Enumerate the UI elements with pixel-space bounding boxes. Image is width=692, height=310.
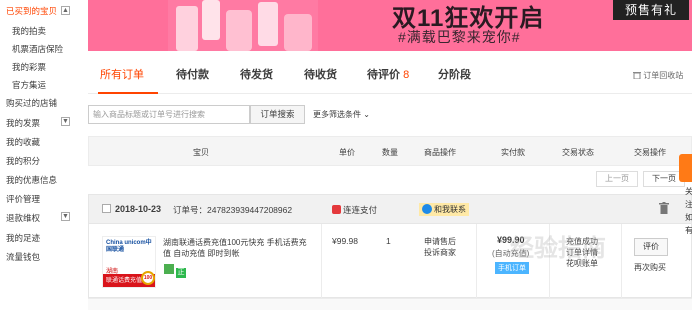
order-checkbox[interactable] <box>102 204 111 213</box>
sidebar-item-auction[interactable]: 我的拍卖 <box>12 25 46 37</box>
expand-icon[interactable]: ▼ <box>61 117 70 126</box>
side-float-char: 注 <box>685 200 692 209</box>
collapse-icon[interactable]: ▲ <box>61 6 70 15</box>
recycle-bin-link[interactable]: 订单回收站 <box>633 70 683 81</box>
delete-order-icon[interactable] <box>659 202 669 214</box>
genuine-badge: 正 <box>176 268 186 278</box>
divider <box>321 224 322 298</box>
order-search-input[interactable]: 输入商品标题或订单号进行搜索 <box>88 105 250 124</box>
presale-badge[interactable]: 预售有礼 <box>613 0 689 20</box>
order-detail-link[interactable]: 订单详情 <box>566 247 598 258</box>
product-title-link[interactable]: 湖南联通话费充值100元快充 手机话费充值 自动充值 即时到帐 <box>163 237 313 259</box>
quantity: 1 <box>386 236 391 246</box>
sidebar: 已买到的宝贝 ▲ 我的拍卖 机票酒店保险 我的彩票 官方集运 购买过的店铺 我的… <box>0 0 84 310</box>
more-filters-label: 更多筛选条件 <box>313 110 361 119</box>
tab-pending-payment[interactable]: 待付款 <box>176 66 209 82</box>
paid-note: (自动充值) <box>492 249 530 258</box>
banner-subtitle: #满载巴黎来宠你# <box>398 29 521 45</box>
unicom-logo: China unicom中国联通 <box>106 240 152 253</box>
side-float-char: 如 <box>685 213 692 222</box>
order-date: 2018-10-23 <box>115 204 162 214</box>
review-count: 8 <box>403 69 410 81</box>
sidebar-item-reviews[interactable]: 评价管理 <box>6 193 40 205</box>
order-status: 充值成功 订单详情 花呗账单 <box>566 236 598 269</box>
order-search-button[interactable]: 订单搜索 <box>250 105 305 124</box>
order-number: 订单号：247823939447208962 <box>173 205 293 215</box>
status-text: 充值成功 <box>566 237 598 246</box>
trash-icon <box>633 72 641 80</box>
item-ops: 申请售后 投诉商家 <box>424 236 456 258</box>
col-header-qty: 数量 <box>382 148 398 157</box>
recycle-bin-label: 订单回收站 <box>643 71 684 80</box>
sidebar-item-travel[interactable]: 机票酒店保险 <box>12 43 63 55</box>
tab-pending-receipt[interactable]: 待收货 <box>304 66 337 82</box>
expand-icon[interactable]: ▼ <box>61 212 70 221</box>
product-badges: 正 <box>164 264 188 278</box>
side-float-char: 关 <box>685 187 692 196</box>
col-header-price: 单价 <box>339 148 355 157</box>
sidebar-item-shipping[interactable]: 官方集运 <box>12 79 46 91</box>
shop-icon <box>332 205 341 214</box>
tab-pending-shipment[interactable]: 待发货 <box>240 66 273 82</box>
buy-again-link[interactable]: 再次购买 <box>634 262 666 273</box>
order-item-row: China unicom中国联通 湖南 联通话费充值 100 湖南联通话费充值1… <box>88 224 692 298</box>
tab-staged[interactable]: 分阶段 <box>438 66 471 82</box>
huabei-bill-link[interactable]: 花呗账单 <box>566 258 598 269</box>
more-filters-toggle[interactable]: 更多筛选条件 ⌄ <box>313 109 370 120</box>
sidebar-item-points[interactable]: 我的积分 <box>6 155 40 167</box>
sidebar-item-invoice[interactable]: 我的发票 <box>6 117 40 129</box>
divider <box>621 224 622 298</box>
unit-price: ¥99.98 <box>332 236 358 246</box>
sidebar-item-footprint[interactable]: 我的足迹 <box>6 232 40 244</box>
divider <box>549 224 550 298</box>
col-header-item: 宝贝 <box>193 148 209 157</box>
contact-label: 和我联系 <box>434 205 466 214</box>
promo-banner[interactable]: 双11狂欢开启 #满载巴黎来宠你# 预售有礼 <box>88 0 692 51</box>
mobile-order-tag: 手机订单 <box>495 262 529 274</box>
product-thumbnail[interactable]: China unicom中国联通 湖南 联通话费充值 100 <box>102 236 156 288</box>
paid-amount: ¥99.90 <box>497 235 525 245</box>
side-float-text[interactable]: 关 注 如 有 <box>685 185 692 237</box>
product-bottles-image <box>168 0 318 51</box>
order-table-header: 宝贝 单价 数量 商品操作 实付款 交易状态 交易操作 <box>88 136 692 166</box>
shop-link[interactable]: 连连支付 <box>332 204 377 216</box>
review-button[interactable]: 评价 <box>634 238 668 256</box>
col-header-ops: 交易操作 <box>634 148 666 157</box>
sidebar-item-bought[interactable]: 已买到的宝贝 <box>6 5 57 17</box>
sidebar-item-shops[interactable]: 购买过的店铺 <box>6 97 57 109</box>
next-order-edge <box>88 298 692 310</box>
tab-label: 待评价 <box>367 69 400 81</box>
divider <box>476 224 477 298</box>
tab-pending-review[interactable]: 待评价 8 <box>367 66 409 82</box>
sidebar-item-data-wallet[interactable]: 流量钱包 <box>6 251 40 263</box>
apply-after-sale-link[interactable]: 申请售后 <box>424 236 456 247</box>
col-header-status: 交易状态 <box>562 148 594 157</box>
order-header: 2018-10-23 订单号：247823939447208962 连连支付 和… <box>88 194 692 224</box>
contact-seller-button[interactable]: 和我联系 <box>419 203 469 216</box>
col-header-paid: 实付款 <box>501 148 525 157</box>
order-tabs: 所有订单 待付款 待发货 待收货 待评价 8 分阶段 <box>88 52 692 94</box>
shop-name: 连连支付 <box>343 205 378 215</box>
thumb-coin: 100 <box>141 271 155 285</box>
sidebar-item-coupons[interactable]: 我的优惠信息 <box>6 174 57 186</box>
chevron-down-icon: ⌄ <box>363 110 370 119</box>
active-tab-indicator <box>98 92 158 94</box>
col-header-item-ops: 商品操作 <box>424 148 456 157</box>
sidebar-item-favorites[interactable]: 我的收藏 <box>6 136 40 148</box>
sidebar-item-lottery[interactable]: 我的彩票 <box>12 61 46 73</box>
complain-seller-link[interactable]: 投诉商家 <box>424 247 456 258</box>
side-float-char: 有 <box>685 226 692 235</box>
prev-page-button[interactable]: 上一页 <box>596 171 638 187</box>
tab-all-orders[interactable]: 所有订单 <box>100 66 144 82</box>
chat-icon <box>422 204 432 214</box>
sidebar-item-refund[interactable]: 退款维权 <box>6 212 40 224</box>
side-float-tab[interactable] <box>679 154 692 182</box>
guarantee-icon <box>164 264 174 274</box>
